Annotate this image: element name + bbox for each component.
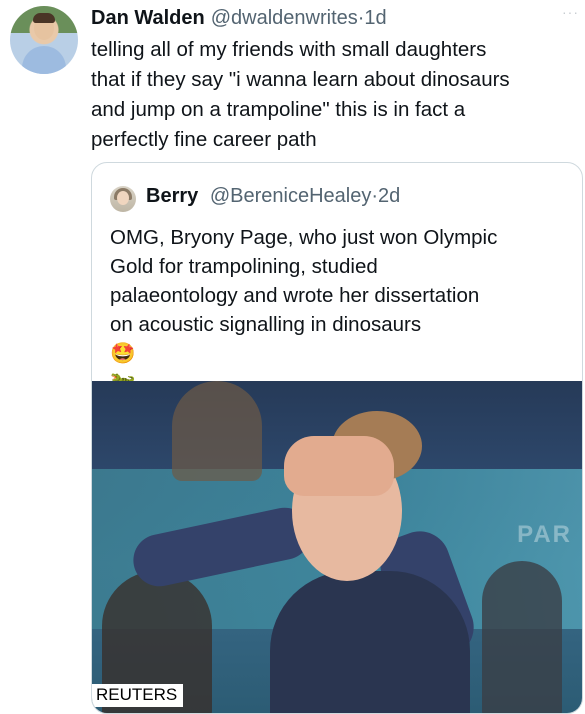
- quote-author-handle-text: @BereniceHealey: [209, 185, 372, 207]
- photo-background-person: [482, 561, 562, 713]
- author-name[interactable]: Dan Walden: [91, 7, 205, 30]
- quote-text-line: OMG, Bryony Page, who just won Olympic: [110, 226, 498, 249]
- author-handle-text: @dwaldenwrites: [210, 6, 358, 29]
- tweet-header: Dan Walden @dwaldenwrites·1d: [91, 5, 575, 31]
- photo-athlete-body: [270, 571, 470, 713]
- tweet-text-line: and jump on a trampoline" this is in fac…: [91, 98, 466, 121]
- quote-text-line-content: on acoustic signalling in dinosaurs: [110, 313, 422, 336]
- tweet-time[interactable]: 1d: [364, 7, 386, 29]
- quote-author-name[interactable]: Berry: [146, 185, 198, 207]
- author-handle[interactable]: @dwaldenwrites·1d: [211, 7, 387, 30]
- time-separator: ·: [371, 185, 378, 207]
- tweet-text-line: perfectly fine career path: [91, 128, 317, 151]
- quote-author-handle[interactable]: @BereniceHealey·2d: [210, 185, 400, 207]
- photo-credit: REUTERS: [92, 684, 184, 707]
- quote-photo[interactable]: PAR REUTERS: [92, 381, 582, 713]
- photo-background-text: PAR: [517, 521, 572, 548]
- avatar-shirt: [22, 46, 66, 74]
- quote-header: Berry @BereniceHealey·2d: [146, 185, 400, 208]
- author-avatar[interactable]: [10, 6, 78, 74]
- quote-text-line: palaeontology and wrote her dissertation: [110, 284, 480, 307]
- avatar-hair: [33, 13, 55, 23]
- tweet-text-line: that if they say "i wanna learn about di…: [91, 68, 510, 91]
- quote-text-line: Gold for trampolining, studied: [110, 255, 378, 278]
- photo-background-person: [172, 381, 262, 481]
- quote-time[interactable]: 2d: [378, 185, 400, 207]
- quoted-tweet-card[interactable]: Berry @BereniceHealey·2d OMG, Bryony Pag…: [91, 162, 583, 714]
- avatar-face: [117, 191, 129, 205]
- star-struck-emoji-icon: 🤩: [110, 342, 136, 365]
- photo-athlete-hands: [284, 436, 394, 496]
- tweet-text: telling all of my friends with small dau…: [91, 35, 561, 155]
- quote-author-avatar[interactable]: [110, 186, 136, 212]
- tweet-text-line: telling all of my friends with small dau…: [91, 38, 487, 61]
- more-options-icon[interactable]: ···: [562, 4, 579, 20]
